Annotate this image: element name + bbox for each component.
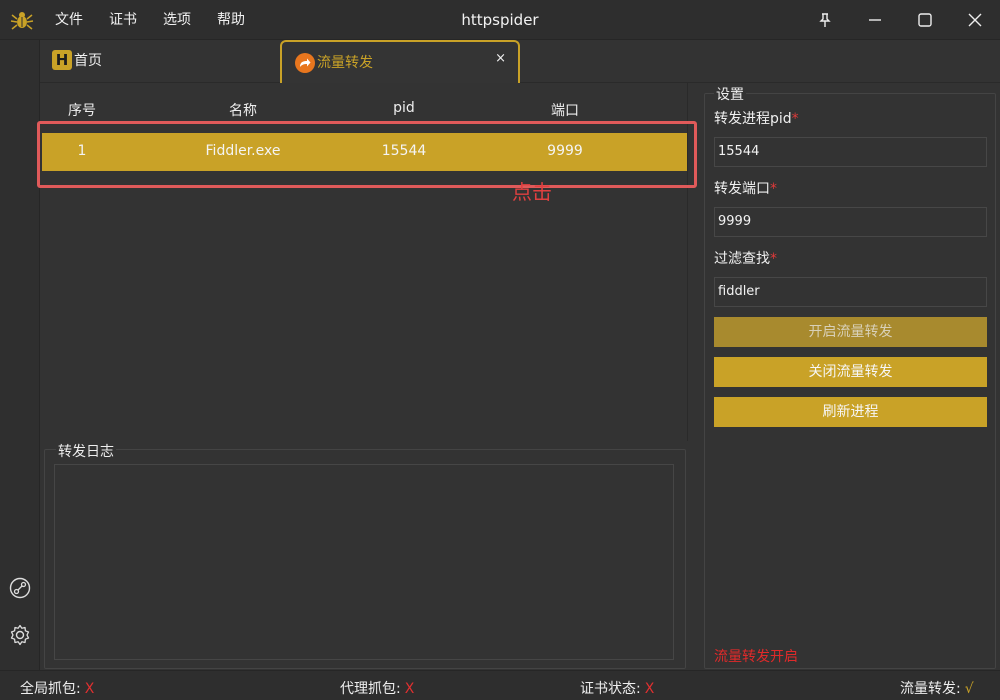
maximize-button[interactable] (912, 8, 938, 32)
global-capture-status: 全局抓包: X (20, 678, 94, 698)
stop-forward-button[interactable]: 关闭流量转发 (714, 357, 987, 387)
menu-file[interactable]: 文件 (42, 0, 96, 40)
tab-traffic-forward-label: 流量转发 (317, 55, 373, 71)
cert-status-value: X (644, 681, 655, 697)
filter-input[interactable]: fiddler (714, 277, 987, 307)
table-header: 序号 名称 pid 端口 (40, 83, 688, 131)
required-mark: * (791, 111, 799, 127)
cell-pid: 15544 (381, 143, 427, 159)
cell-port: 9999 (547, 143, 583, 159)
proxy-capture-label: 代理抓包: (340, 681, 401, 697)
forward-status-message: 流量转发开启 (714, 649, 798, 665)
global-capture-label: 全局抓包: (20, 681, 81, 697)
minimize-icon (869, 19, 881, 21)
pid-input[interactable]: 15544 (714, 137, 987, 167)
cell-name: Fiddler.exe (205, 143, 281, 159)
process-table: 序号 名称 pid 端口 1 Fiddler.exe 15544 9999 (40, 83, 688, 441)
start-forward-button[interactable]: 开启流量转发 (714, 317, 987, 347)
close-icon (968, 13, 982, 27)
tab-close-icon[interactable]: × (495, 51, 506, 66)
gear-icon[interactable] (9, 624, 31, 646)
close-window-button[interactable] (962, 8, 988, 32)
maximize-icon (918, 13, 932, 27)
status-bar: 全局抓包: X 代理抓包: X 证书状态: X 流量转发: √ (0, 670, 1000, 700)
refresh-process-button[interactable]: 刷新进程 (714, 397, 987, 427)
port-field-label: 转发端口* (714, 178, 777, 198)
required-mark: * (770, 181, 777, 197)
cert-status-label: 证书状态: (580, 681, 641, 697)
port-input[interactable]: 9999 (714, 207, 987, 237)
menu-options[interactable]: 选项 (150, 0, 204, 40)
table-row[interactable]: 1 Fiddler.exe 15544 9999 (42, 133, 687, 171)
tab-bar: H 首页 流量转发 × (40, 40, 1000, 83)
pid-label-text: 转发进程pid (714, 111, 792, 127)
pin-icon (819, 13, 831, 27)
required-mark: * (770, 251, 777, 267)
filter-label-text: 过滤查找 (714, 251, 770, 267)
spider-icon (10, 12, 34, 30)
menu-certificate[interactable]: 证书 (96, 0, 150, 40)
port-label-text: 转发端口 (714, 181, 770, 197)
left-rail (0, 40, 40, 670)
title-bar: 文件 证书 选项 帮助 httpspider (0, 0, 1000, 40)
forward-status-value: √ (964, 681, 974, 697)
forward-status-label: 流量转发: (900, 681, 961, 697)
menu-help[interactable]: 帮助 (204, 0, 258, 40)
proxy-capture-value: X (404, 681, 415, 697)
pin-button[interactable] (812, 8, 838, 32)
link-icon[interactable] (9, 577, 31, 599)
global-capture-value: X (84, 681, 95, 697)
settings-title: 设置 (714, 84, 746, 104)
minimize-button[interactable] (862, 8, 888, 32)
cell-index: 1 (77, 143, 87, 159)
home-badge-icon: H (52, 50, 72, 70)
log-textarea[interactable] (54, 464, 674, 660)
tab-home-label: 首页 (74, 53, 102, 69)
column-header-index: 序号 (68, 103, 96, 119)
forward-arrow-icon (295, 53, 315, 73)
column-header-port: 端口 (551, 103, 579, 119)
filter-field-label: 过滤查找* (714, 248, 777, 268)
tab-traffic-forward[interactable]: 流量转发 × (280, 40, 520, 83)
forward-status: 流量转发: √ (900, 678, 974, 698)
pid-field-label: 转发进程pid* (714, 108, 799, 128)
annotation-click-label: 点击 (512, 180, 552, 204)
cert-status: 证书状态: X (580, 678, 654, 698)
proxy-capture-status: 代理抓包: X (340, 678, 414, 698)
column-header-name: 名称 (229, 103, 257, 119)
menu-bar: 文件 证书 选项 帮助 (42, 0, 258, 40)
column-header-pid: pid (393, 100, 415, 116)
log-title: 转发日志 (56, 441, 116, 461)
tab-home[interactable]: H 首页 (52, 49, 102, 71)
